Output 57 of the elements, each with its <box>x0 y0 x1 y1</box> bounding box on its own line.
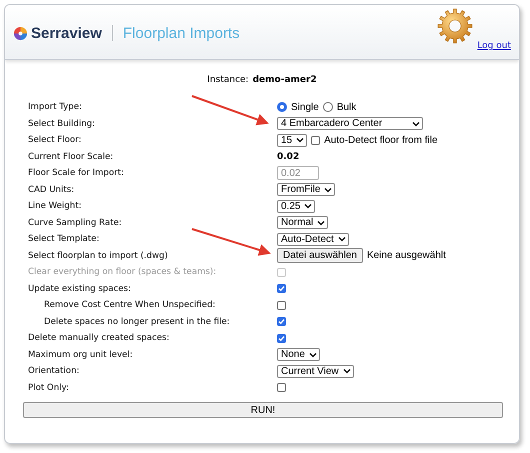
field-label: Orientation: <box>28 366 80 376</box>
dropdown[interactable]: 0.25 <box>277 200 316 213</box>
field-label: Clear everything on floor (spaces & teams): <box>28 267 218 278</box>
instance-name: demo-amer2 <box>252 75 317 85</box>
checkbox[interactable] <box>277 334 286 343</box>
option-label: Bulk <box>336 102 356 113</box>
caret-icon <box>296 137 304 144</box>
option-label: Single <box>291 102 319 113</box>
field-label: CAD Units: <box>28 184 76 195</box>
dropdown[interactable]: 4 Embarcadero Center <box>277 117 423 130</box>
checkbox[interactable] <box>277 300 286 310</box>
dropdown[interactable]: FromFile <box>277 183 336 196</box>
app-title: Floorplan Imports <box>122 24 240 42</box>
caret-icon <box>342 368 351 374</box>
field-label: Current Floor Scale: <box>28 152 114 162</box>
field-value: 0.02 <box>277 152 300 162</box>
dropdown[interactable]: Auto-Detect <box>277 232 349 246</box>
file-status: Keine ausgewählt <box>366 250 446 262</box>
field-label: Delete spaces no longer present in the file: <box>43 316 231 327</box>
caret-icon <box>324 186 332 193</box>
radio-button[interactable] <box>322 102 333 112</box>
dropdown[interactable]: 15 <box>277 134 308 147</box>
field-label: Select Floor: <box>28 135 82 146</box>
checkbox[interactable] <box>277 284 286 294</box>
input-field[interactable]: 0.02 <box>277 166 319 180</box>
checkbox-label: Auto-Detect floor from file <box>324 134 438 146</box>
field-label: Select Building: <box>28 118 96 129</box>
dropdown[interactable]: None <box>277 348 320 362</box>
dropdown[interactable]: Normal <box>277 216 328 230</box>
field-label: Import Type: <box>28 102 83 112</box>
field-label: Select floorplan to import (.dwg) <box>28 250 169 261</box>
logo-icon <box>13 26 28 40</box>
field-label: Update existing spaces: <box>28 284 132 294</box>
field-label: Plot Only: <box>28 382 70 393</box>
caret-icon <box>308 352 317 358</box>
field-label: Maximum org unit level: <box>28 350 134 360</box>
caret-icon <box>412 120 420 127</box>
checkbox[interactable] <box>277 383 286 392</box>
caret-icon <box>338 236 346 242</box>
field-label: Floor Scale for Import: <box>28 168 125 178</box>
field-label: Curve Sampling Rate: <box>28 218 123 228</box>
logout-link[interactable]: Log out <box>477 41 511 51</box>
instance-label: Instance: <box>207 75 249 85</box>
field-label: Line Weight: <box>28 201 82 212</box>
run-button[interactable]: RUN! <box>23 402 503 418</box>
file-button[interactable]: Datei auswählen <box>277 248 363 264</box>
checkbox[interactable] <box>311 136 320 145</box>
radio-button[interactable] <box>277 102 287 112</box>
field-label: Delete manually created spaces: <box>28 333 170 344</box>
dropdown[interactable]: Current View <box>277 364 354 378</box>
field-label: Select Template: <box>28 234 100 244</box>
caret-icon <box>317 220 326 226</box>
field-label: Remove Cost Centre When Unspecified: <box>43 300 216 310</box>
caret-icon <box>304 203 312 210</box>
brand-name: Serraview <box>31 24 102 42</box>
gear-icon[interactable] <box>437 8 474 44</box>
checkbox[interactable] <box>277 317 286 326</box>
